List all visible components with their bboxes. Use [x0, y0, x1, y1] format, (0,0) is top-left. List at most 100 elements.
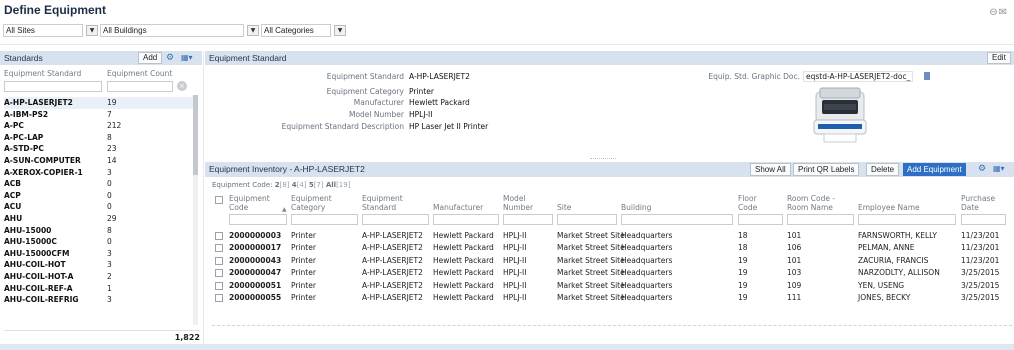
list-item[interactable]: A-XEROX-COPIER-1 3 [4, 167, 194, 179]
cell-model: HPLJ-II [503, 243, 527, 253]
field-value-standard: A-HP-LASERJET2 [409, 72, 470, 81]
collapse-icon[interactable]: ⊖ [989, 7, 998, 18]
standard-name: AHU-15000 [4, 225, 52, 235]
export-menu-icon[interactable]: ▦▾ [181, 53, 193, 62]
site-select[interactable]: All Sites [3, 24, 83, 37]
document-icon[interactable] [924, 72, 930, 80]
cell-room: 101 [787, 255, 802, 265]
table-row[interactable]: 2000000051 Printer A-HP-LASERJET2 Hewlett P… [212, 280, 1012, 293]
col-equipment-standard[interactable]: Equipment Standard [362, 194, 412, 212]
list-item[interactable]: A-STD-PC 23 [4, 143, 194, 155]
filter-category[interactable] [291, 214, 358, 225]
list-item[interactable]: AHU-COIL-HOT 3 [4, 259, 194, 271]
list-item[interactable]: AHU-COIL-REFRIG 3 [4, 294, 194, 306]
list-item[interactable]: AHU-15000 8 [4, 225, 194, 237]
gear-icon[interactable]: ⚙ [166, 53, 174, 63]
filter-standard[interactable] [362, 214, 429, 225]
row-checkbox[interactable] [215, 281, 223, 290]
category-select[interactable]: All Categories [261, 24, 331, 37]
cell-site: Market Street Site [557, 268, 625, 278]
export-menu-icon[interactable]: ▦▾ [993, 164, 1005, 173]
count-filter-input[interactable] [107, 81, 173, 92]
cell-model: HPLJ-II [503, 280, 527, 290]
row-checkbox[interactable] [215, 244, 223, 253]
table-row[interactable]: 2000000047 Printer A-HP-LASERJET2 Hewlett P… [212, 267, 1012, 280]
filter-employee[interactable] [858, 214, 956, 225]
chevron-down-icon[interactable]: ▼ [247, 25, 259, 36]
email-icon[interactable]: ✉ [999, 7, 1008, 18]
col-equipment-code[interactable]: Equipment Code [229, 194, 279, 212]
list-item[interactable]: A-SUN-COMPUTER 14 [4, 155, 194, 167]
list-item[interactable]: AHU-COIL-HOT-A 2 [4, 271, 194, 283]
filter-date[interactable] [961, 214, 1006, 225]
standard-name: A-PC [4, 121, 24, 131]
standard-count: 3 [107, 260, 112, 270]
delete-button[interactable]: Delete [866, 163, 900, 176]
select-all-checkbox[interactable] [215, 196, 223, 204]
filter-code[interactable] [229, 214, 287, 225]
standard-filter-input[interactable] [4, 81, 102, 92]
equipment-code-filter: Equipment Code: 2[8] 4[4] 5[7] All[19] [212, 181, 351, 189]
row-checkbox[interactable] [215, 256, 223, 265]
col-employee-name[interactable]: Employee Name [858, 203, 938, 212]
filter-room[interactable] [787, 214, 854, 225]
row-checkbox[interactable] [215, 269, 223, 278]
col-site[interactable]: Site [557, 203, 597, 212]
chevron-down-icon[interactable]: ▼ [86, 25, 98, 36]
row-checkbox[interactable] [215, 294, 223, 302]
col-equipment-category[interactable]: Equipment Category [291, 194, 341, 212]
row-checkbox[interactable] [215, 232, 223, 240]
col-equipment-standard[interactable]: Equipment Standard [4, 69, 81, 78]
list-item[interactable]: A-PC 212 [4, 120, 194, 132]
show-all-button[interactable]: Show All [750, 163, 791, 176]
code-filter-all[interactable]: All [326, 181, 336, 189]
filter-building[interactable] [621, 214, 733, 225]
list-item[interactable]: A-PC-LAP 8 [4, 132, 194, 144]
list-item[interactable]: A-HP-LASERJET2 19 [4, 97, 194, 109]
list-item[interactable]: A-IBM-PS2 7 [4, 109, 194, 121]
col-building[interactable]: Building [621, 203, 671, 212]
graphic-doc-link[interactable]: eqstd-A-HP-LASERJET2-doc_ [803, 71, 914, 82]
col-model-number[interactable]: Model Number [503, 194, 537, 212]
sort-asc-icon[interactable]: ▲ [282, 206, 287, 213]
filter-floor[interactable] [738, 214, 783, 225]
col-room-code[interactable]: Room Code - Room Name [787, 194, 843, 212]
filter-manufacturer[interactable] [433, 214, 499, 225]
chevron-down-icon[interactable]: ▼ [334, 25, 346, 36]
filter-model[interactable] [503, 214, 553, 225]
list-item[interactable]: AHU-COIL-REF-A 1 [4, 283, 194, 295]
list-item[interactable]: AHU-15000CFM 3 [4, 248, 194, 260]
table-row[interactable]: 2000000017 Printer A-HP-LASERJET2 Hewlett P… [212, 242, 1012, 255]
list-item[interactable]: AHU-15000C 0 [4, 236, 194, 248]
standard-name: ACU [4, 202, 22, 212]
clear-filter-icon[interactable]: × [177, 81, 187, 91]
col-equipment-count[interactable]: Equipment Count [107, 69, 172, 78]
print-qr-labels-button[interactable]: Print QR Labels [793, 163, 860, 176]
list-item[interactable]: AHU 29 [4, 213, 194, 225]
cell-floor: 19 [738, 293, 748, 302]
table-row[interactable]: 2000000003 Printer A-HP-LASERJET2 Hewlett P… [212, 230, 1012, 243]
table-row[interactable]: 2000000043 Printer A-HP-LASERJET2 Hewlett P… [212, 255, 1012, 268]
vertical-splitter[interactable] [203, 51, 204, 346]
list-item[interactable]: ACB 0 [4, 178, 194, 190]
building-select[interactable]: All Buildings [100, 24, 244, 37]
col-floor-code[interactable]: Floor Code [738, 194, 764, 212]
col-purchase-date[interactable]: Purchase Date [961, 194, 1001, 212]
add-standard-button[interactable]: Add [138, 52, 163, 64]
graphic-doc-label: Equip. Std. Graphic Doc. [708, 72, 800, 81]
standard-name: AHU-COIL-HOT-A [4, 272, 74, 281]
standards-scrollbar[interactable] [193, 95, 198, 325]
table-row[interactable]: 2000000055 Printer A-HP-LASERJET2 Hewlett P… [212, 292, 1012, 305]
add-equipment-button[interactable]: Add Equipment [903, 163, 966, 176]
cell-room: 109 [787, 280, 802, 290]
splitter-handle[interactable] [590, 158, 616, 160]
splitter[interactable] [0, 44, 1014, 50]
col-manufacturer[interactable]: Manufacturer [433, 203, 493, 212]
filter-site[interactable] [557, 214, 617, 225]
gear-icon[interactable]: ⚙ [978, 164, 986, 174]
standard-count: 7 [107, 109, 112, 119]
edit-button[interactable]: Edit [987, 52, 1011, 64]
cell-site: Market Street Site [557, 293, 625, 302]
list-item[interactable]: ACP 0 [4, 190, 194, 202]
list-item[interactable]: ACU 0 [4, 201, 194, 213]
